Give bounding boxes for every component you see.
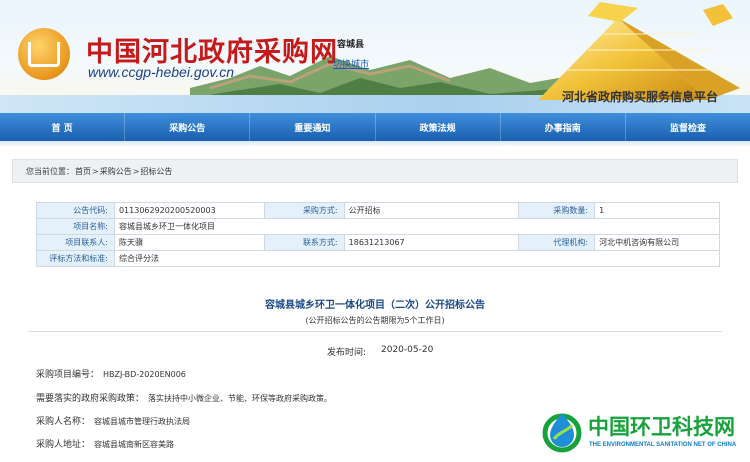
contact-value: 陈天骥 <box>113 234 265 251</box>
detail-value: 落实扶持中小微企业、节能、环保等政府采购政策。 <box>148 394 333 403</box>
switch-city-link[interactable]: 切换城市 <box>333 57 369 70</box>
breadcrumb-procurement[interactable]: 采购公告 <box>100 166 132 177</box>
table-row: 项目名称: 容城县城乡环卫一体化项目 <box>36 218 721 235</box>
current-city: 容城县 <box>337 40 365 50</box>
phone-label: 联系方式: <box>263 234 345 251</box>
quantity-label: 采购数量: <box>518 202 596 219</box>
nav-home[interactable]: 首 页 <box>0 113 126 141</box>
evaluation-label: 评标方法和标准: <box>36 250 115 267</box>
publish-date-label: 发布时间: <box>327 348 367 358</box>
announcement-subtitle: (公开招标公告的公告期限为5个工作日) <box>305 316 445 325</box>
site-logo-icon <box>18 28 70 80</box>
announcement-title: 容城县城乡环卫一体化项目（二次）公开招标公告 <box>265 300 485 311</box>
site-banner: 中国河北政府采购网 www.ccgp-hebei.gov.cn 容城县 切换城市… <box>0 0 750 113</box>
divider <box>28 331 722 332</box>
breadcrumb-separator: > <box>132 166 140 176</box>
project-info-table: 公告代码: 0113062920200520003 采购方式: 公开招标 采购数… <box>36 202 721 267</box>
leaf-drop-icon <box>542 413 582 453</box>
detail-label: 采购人地址： <box>36 440 91 450</box>
table-row: 项目联系人: 陈天骥 联系方式: 18631213067 代理机构: 河北中机咨… <box>36 234 720 251</box>
method-value: 公开招标 <box>343 202 520 219</box>
project-name-value: 容城县城乡环卫一体化项目 <box>113 218 721 235</box>
code-value: 0113062920200520003 <box>113 202 265 219</box>
phone-value: 18631213067 <box>343 234 520 251</box>
method-label: 采购方式: <box>263 202 345 219</box>
nav-guide[interactable]: 办事指南 <box>501 113 626 141</box>
platform-name: 河北省政府购买服务信息平台 <box>562 90 719 104</box>
agency-value: 河北中机咨询有限公司 <box>594 234 720 251</box>
table-row: 公告代码: 0113062920200520003 采购方式: 公开招标 采购数… <box>36 202 720 219</box>
site-url: www.ccgp-hebei.gov.cn <box>88 64 235 80</box>
breadcrumb-prefix: 您当前位置： <box>26 166 74 176</box>
detail-row-address: 采购人地址： 容城县城南新区容美路 <box>36 437 174 450</box>
detail-value: 容城县城市管理行政执法局 <box>94 417 191 426</box>
nav-supervision[interactable]: 监督检查 <box>626 113 750 141</box>
detail-row-policy: 需要落实的政府采购政策： 落实扶持中小微企业、节能、环保等政府采购政策。 <box>36 391 332 404</box>
watermark-subtitle: THE ENVIRONMENTAL SANITATION NET OF CHIN… <box>589 442 737 448</box>
breadcrumb-tender[interactable]: 招标公告 <box>140 166 172 177</box>
detail-label: 采购人名称： <box>36 417 91 427</box>
watermark-logo: 中国环卫科技网 THE ENVIRONMENTAL SANITATION NET… <box>540 408 750 462</box>
detail-label: 需要落实的政府采购政策： <box>36 394 145 404</box>
project-name-label: 项目名称: <box>36 218 115 235</box>
main-nav: 首 页 采购公告 重要通知 政策法规 办事指南 监督检查 <box>0 113 750 141</box>
detail-row-project-code: 采购项目编号： HBZJ-BD-2020EN006 <box>36 367 186 380</box>
publish-date: 2020-05-20 <box>381 345 434 355</box>
agency-label: 代理机构: <box>518 234 596 251</box>
nav-important-notices[interactable]: 重要通知 <box>250 113 376 141</box>
nav-procurement-notices[interactable]: 采购公告 <box>125 113 251 141</box>
detail-value: 容城县城南新区容美路 <box>94 440 175 449</box>
detail-label: 采购项目编号： <box>36 370 100 380</box>
detail-row-purchaser: 采购人名称： 容城县城市管理行政执法局 <box>36 414 190 427</box>
breadcrumb-separator: > <box>92 166 99 176</box>
evaluation-value: 综合评分法 <box>113 250 721 267</box>
quantity-value: 1 <box>594 202 720 219</box>
code-label: 公告代码: <box>36 202 115 219</box>
breadcrumb-home[interactable]: 首页 <box>75 166 91 177</box>
detail-value: HBZJ-BD-2020EN006 <box>103 370 186 379</box>
page: 中国河北政府采购网 www.ccgp-hebei.gov.cn 容城县 切换城市… <box>0 0 750 462</box>
watermark-title: 中国环卫科技网 <box>588 415 735 439</box>
contact-label: 项目联系人: <box>36 234 115 251</box>
breadcrumb: 您当前位置： 首页 > 采购公告 > 招标公告 <box>12 159 738 183</box>
nav-shadow <box>0 141 750 147</box>
table-row: 评标方法和标准: 综合评分法 <box>36 250 721 267</box>
nav-policies[interactable]: 政策法规 <box>376 113 501 141</box>
